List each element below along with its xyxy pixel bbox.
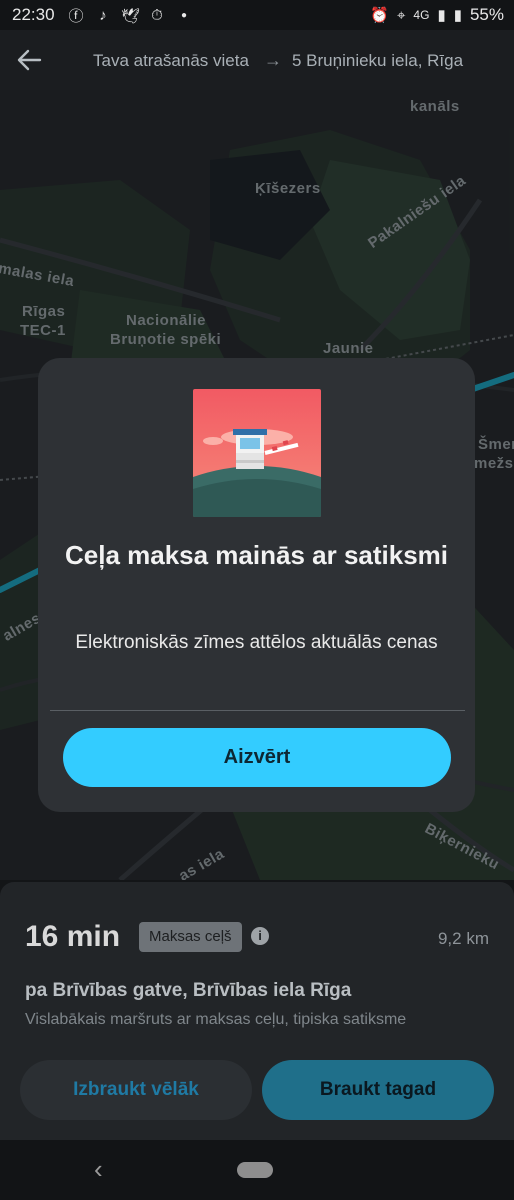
network-label: 4G [413, 8, 430, 22]
toll-booth-illustration [193, 389, 321, 517]
battery-level: 55% [469, 5, 504, 24]
location-icon: ⌖ [396, 6, 406, 24]
route-distance: 9,2 km [437, 929, 489, 948]
go-now-button[interactable]: Braukt tagad [262, 1060, 494, 1120]
route-header: Tava atrašanās vieta → 5 Bruņinieku iela… [0, 30, 514, 90]
dialog-title: Ceļa maksa mainās ar satiksmi [64, 540, 449, 570]
nav-back-icon[interactable]: ‹ [94, 1154, 103, 1185]
tiktok-icon: ♪ [99, 7, 107, 24]
info-icon[interactable]: i [251, 927, 269, 945]
route-arrow-icon: → [264, 50, 282, 70]
route-description: Vislabākais maršruts ar maksas ceļu, tip… [25, 1011, 407, 1028]
toll-road-badge: Maksas ceļš [139, 922, 242, 952]
twitter-icon: 🕊 [121, 7, 141, 25]
route-name: pa Brīvības gatve, Brīvības iela Rīga [25, 980, 352, 1001]
route-origin[interactable]: Tava atrašanās vieta [93, 51, 249, 71]
dot-icon: ● [180, 10, 188, 21]
leave-later-button[interactable]: Izbraukt vēlāk [20, 1060, 252, 1120]
facebook-icon: ⓕ [68, 8, 84, 25]
route-destination[interactable]: 5 Bruņinieku iela, Rīga [292, 51, 463, 71]
timer-icon: ⏱ [151, 7, 163, 24]
toll-info-dialog: Ceļa maksa mainās ar satiksmi Elektronis… [38, 358, 475, 812]
status-time: 22:30 [12, 5, 55, 24]
alarm-icon: ⏰ [370, 7, 389, 24]
close-button[interactable]: Aizvērt [63, 728, 451, 787]
eta-time: 16 min [25, 920, 121, 953]
route-summary-sheet: 16 min Maksas ceļš i 9,2 km pa Brīvības … [0, 882, 514, 1140]
dialog-divider [50, 710, 465, 711]
notification-icons: ⓕ ♪ 🕊 ⏱ ● [67, 5, 193, 26]
signal-icon: ▮ [437, 7, 446, 24]
nav-home-pill[interactable] [237, 1162, 273, 1178]
status-bar: 22:30 ⓕ ♪ 🕊 ⏱ ● ⏰ ⌖ 4G ▮ ▮ 55% [0, 0, 514, 30]
dialog-description: Elektroniskās zīmes attēlos aktuālās cen… [75, 632, 438, 653]
system-nav-bar: ‹ [0, 1140, 514, 1200]
battery-icon: ▮ [453, 7, 462, 24]
system-icons: ⏰ ⌖ 4G ▮ ▮ 55% [370, 5, 504, 25]
back-arrow-icon[interactable] [16, 48, 42, 72]
